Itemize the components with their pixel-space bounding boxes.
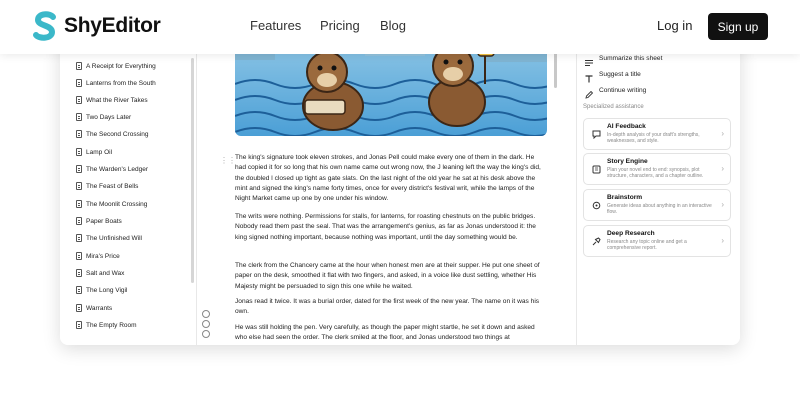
brand-name: ShyEditor (64, 14, 161, 37)
text-icon (585, 70, 593, 83)
deep-research-card[interactable]: Deep Research Research any topic online … (583, 225, 731, 257)
login-link[interactable]: Log in (657, 18, 692, 33)
action-label: Summarize this sheet (599, 54, 663, 62)
nav-blog-link[interactable]: Blog (380, 18, 406, 33)
chevron-right-icon: › (721, 164, 724, 173)
drag-handle-icon[interactable]: ⋮⋮ (220, 156, 236, 165)
document-icon (76, 252, 82, 260)
document-title: Lanterns from the South (86, 79, 156, 87)
settings-icon[interactable] (202, 310, 210, 318)
tool-description: Research any topic online and get a comp… (607, 239, 687, 252)
document-title: Mira's Price (86, 252, 120, 260)
document-item[interactable]: The Second Crossing (76, 130, 186, 138)
document-icon (76, 200, 82, 208)
document-item[interactable]: The Unfinished Will (76, 234, 186, 242)
document-icon (76, 234, 82, 242)
continue-writing-action[interactable]: Continue writing (585, 86, 647, 99)
document-icon (76, 217, 82, 225)
document-icon (76, 148, 82, 156)
brainstorm-card[interactable]: Brainstorm Generate ideas about anything… (583, 189, 731, 221)
tool-description: Plan your novel end to end: synopsis, pl… (607, 167, 704, 180)
paragraph[interactable]: He was still holding the pen. Very caref… (235, 323, 547, 344)
document-icon (76, 96, 82, 104)
list-icon (585, 54, 593, 66)
pen-icon (585, 86, 594, 99)
brainstorm-icon (592, 197, 601, 210)
document-title: Two Days Later (86, 113, 132, 121)
cloud-icon[interactable] (202, 330, 210, 338)
document-icon (76, 62, 82, 70)
document-title: Lamp Oil (86, 148, 113, 156)
paragraph[interactable]: The clerk from the Chancery came at the … (235, 261, 547, 292)
tool-title: Story Engine (607, 158, 648, 165)
document-icon (76, 130, 82, 138)
site-header: ShyEditor Features Pricing Blog Log in S… (0, 0, 800, 54)
action-label: Continue writing (599, 86, 647, 94)
document-item[interactable]: What the River Takes (76, 96, 186, 104)
document-title: The Long Vigil (86, 286, 128, 294)
document-title: Warrants (86, 304, 113, 312)
document-item[interactable]: Salt and Wax (76, 269, 186, 277)
action-label: Suggest a title (599, 70, 641, 78)
brand-logo[interactable]: ShyEditor (32, 10, 161, 42)
story-engine-icon (592, 161, 601, 174)
document-icon (76, 304, 82, 312)
document-icon (76, 113, 82, 121)
paragraph[interactable]: The writs were nothing. Permissions for … (235, 212, 547, 243)
document-item[interactable]: Warrants (76, 304, 186, 312)
document-title: The Feast of Bells (86, 182, 139, 190)
document-icon (76, 286, 82, 294)
logo-icon (33, 11, 56, 41)
research-icon (592, 233, 601, 246)
chevron-right-icon: › (721, 236, 724, 245)
signup-button[interactable]: Sign up (708, 13, 768, 40)
suggest-title-action[interactable]: Suggest a title (585, 70, 641, 83)
document-title: The Moonlit Crossing (86, 200, 148, 208)
editor-side-tools (202, 310, 210, 338)
document-item[interactable]: The Warden's Ledger (76, 165, 186, 173)
document-item[interactable]: The Feast of Bells (76, 182, 186, 190)
chevron-right-icon: › (721, 129, 724, 138)
document-item[interactable]: Paper Boats (76, 217, 186, 225)
paragraph[interactable]: The king's signature took eleven strokes… (235, 153, 547, 204)
document-icon (76, 79, 82, 87)
nav-features-link[interactable]: Features (250, 18, 301, 33)
document-title: The Warden's Ledger (86, 165, 149, 173)
ai-feedback-card[interactable]: AI Feedback In-depth analysis of your dr… (583, 118, 731, 150)
section-title: Specialized assistance (583, 104, 644, 110)
sidebar-scrollbar[interactable] (191, 58, 194, 283)
document-icon (76, 182, 82, 190)
editor-scrollbar[interactable] (554, 50, 557, 88)
document-title: What the River Takes (86, 96, 148, 104)
document-item[interactable]: A Receipt for Everything (76, 62, 186, 70)
document-title: The Second Crossing (86, 130, 149, 138)
document-item[interactable]: Lanterns from the South (76, 79, 186, 87)
document-title: The Empty Room (86, 321, 137, 329)
document-item[interactable]: Two Days Later (76, 113, 186, 121)
tool-title: Brainstorm (607, 194, 643, 201)
document-item[interactable]: The Long Vigil (76, 286, 186, 294)
document-title: A Receipt for Everything (86, 62, 156, 70)
document-icon (76, 321, 82, 329)
paragraph[interactable]: Jonas read it twice. It was a burial ord… (235, 297, 547, 318)
help-icon[interactable] (202, 320, 210, 328)
tool-title: AI Feedback (607, 123, 646, 130)
story-engine-card[interactable]: Story Engine Plan your novel end to end:… (583, 153, 731, 185)
document-title: Salt and Wax (86, 269, 125, 277)
document-item[interactable]: The Moonlit Crossing (76, 200, 186, 208)
document-icon (76, 269, 82, 277)
document-icon (76, 165, 82, 173)
feedback-icon (592, 126, 601, 140)
tool-description: Generate ideas about anything in an inte… (607, 203, 712, 216)
document-item[interactable]: Mira's Price (76, 252, 186, 260)
tool-description: In-depth analysis of your draft's streng… (607, 132, 700, 145)
document-title: The Unfinished Will (86, 234, 142, 242)
chevron-right-icon: › (721, 200, 724, 209)
document-title: Paper Boats (86, 217, 122, 225)
tool-title: Deep Research (607, 230, 655, 237)
document-item[interactable]: Lamp Oil (76, 148, 186, 156)
summarize-action[interactable]: Summarize this sheet (585, 54, 663, 66)
document-item[interactable]: The Empty Room (76, 321, 186, 329)
nav-pricing-link[interactable]: Pricing (320, 18, 360, 33)
